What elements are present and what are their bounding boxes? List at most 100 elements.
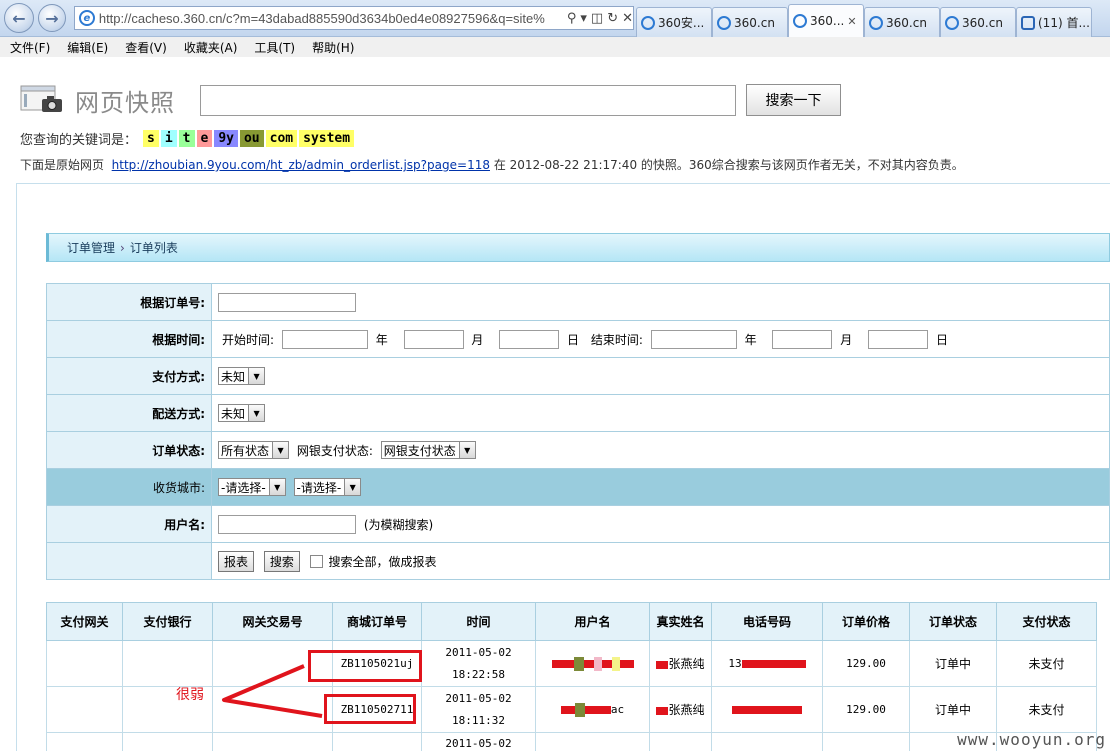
price-cell: 129.00 — [822, 640, 910, 687]
city-select[interactable]: -请选择- ▼ — [293, 478, 362, 496]
original-url-link[interactable]: http://zhoubian.9you.com/ht_zb/admin_ord… — [112, 158, 490, 172]
username-input[interactable] — [218, 514, 356, 534]
redaction-mark — [551, 659, 574, 668]
redaction-mark — [574, 702, 585, 717]
province-select[interactable]: -请选择- ▼ — [218, 478, 286, 496]
username-cell-redacted — [535, 640, 650, 687]
report-button[interactable]: 报表 — [218, 550, 255, 572]
order-status-select[interactable]: 所有状态 ▼ — [218, 441, 290, 459]
keyword-chip: system — [299, 130, 355, 147]
redaction-mark — [611, 656, 620, 671]
phone-cell — [711, 732, 823, 751]
start-day-input[interactable] — [499, 329, 560, 349]
search-all-checkbox[interactable] — [309, 554, 323, 568]
year-label: 年 — [744, 332, 757, 347]
menu-view[interactable]: 查看(V) — [125, 39, 167, 56]
dropdown-arrow-icon: ▼ — [248, 405, 265, 421]
order-no-cell — [332, 732, 422, 751]
day-label: 日 — [935, 332, 948, 347]
original-page-note: 下面是原始网页 http://zhoubian.9you.com/ht_zb/a… — [20, 156, 964, 173]
end-day-input[interactable] — [868, 329, 929, 349]
date-text: 2011-05-02 — [445, 691, 512, 705]
snapshot-search-button[interactable]: 搜索一下 — [746, 84, 841, 116]
dropdown-arrow-icon: ▼ — [344, 479, 361, 495]
forward-arrow-icon[interactable]: → — [38, 4, 66, 32]
pay-method-label: 支付方式: — [46, 357, 212, 395]
dropdown-arrow-icon: ▼ — [268, 479, 285, 495]
col-header: 时间 — [421, 602, 536, 641]
compat-view-icon[interactable]: ◫ — [591, 11, 603, 26]
end-month-input[interactable] — [772, 329, 833, 349]
tab-active[interactable]: 360... ✕ — [788, 4, 864, 37]
ie-logo-icon: e — [79, 10, 95, 26]
delivery-select[interactable]: 未知 ▼ — [218, 404, 266, 422]
city-label: 收货城市: — [46, 468, 212, 506]
table-row: ZB110502711 2011-05-02 18:11:32 ac 张燕纯 12… — [46, 686, 1097, 733]
browser-toolbar: ← → e http://cacheso.360.cn/c?m=43dabad8… — [0, 0, 1110, 37]
address-bar[interactable]: e http://cacheso.360.cn/c?m=43dabad88559… — [74, 6, 634, 30]
menu-help[interactable]: 帮助(H) — [312, 39, 354, 56]
tab[interactable]: 360.cn — [712, 7, 788, 37]
real-name-cell: 张燕纯 — [649, 640, 712, 687]
address-url[interactable]: http://cacheso.360.cn/c?m=43dabad885590d… — [99, 11, 563, 26]
select-value: 未知 — [221, 369, 246, 384]
menu-tools[interactable]: 工具(T) — [254, 39, 295, 56]
breadcrumb-item: 订单列表 — [129, 241, 178, 255]
end-year-input[interactable] — [650, 329, 737, 349]
pay-status-cell: 未支付 — [996, 640, 1097, 687]
breadcrumb-item[interactable]: 订单管理 — [67, 239, 115, 256]
tab[interactable]: (11) 首... — [1016, 7, 1092, 37]
tab-label: 360.cn — [734, 15, 775, 30]
snapshot-camera-icon — [20, 85, 62, 112]
col-header: 订单价格 — [822, 602, 910, 641]
phone-cell-redacted: 13 — [711, 640, 823, 687]
snapshot-title: 网页快照 — [75, 89, 175, 117]
breadcrumb: 订单管理 › 订单列表 — [46, 233, 1110, 262]
menu-favorites[interactable]: 收藏夹(A) — [184, 39, 238, 56]
col-header: 商城订单号 — [332, 602, 422, 641]
phone-prefix: 13 — [728, 657, 742, 670]
order-no-input[interactable] — [218, 292, 356, 312]
username-cell-redacted: ac — [535, 686, 650, 733]
col-header: 支付银行 — [122, 602, 213, 641]
col-header: 用户名 — [535, 602, 650, 641]
snapshot-search-input[interactable] — [200, 85, 736, 116]
tab[interactable]: 360安... — [636, 7, 712, 37]
col-header: 支付状态 — [996, 602, 1097, 641]
refresh-icon[interactable]: ↻ — [607, 11, 618, 26]
orders-table: 支付网关 支付银行 网关交易号 商城订单号 时间 用户名 真实姓名 电话号码 订… — [46, 602, 1097, 751]
date-text: 2011-05-02 — [445, 737, 512, 750]
keyword-chip: t — [178, 130, 195, 147]
keyword-chip: ou — [239, 130, 264, 147]
bank-status-select[interactable]: 网银支付状态 ▼ — [380, 441, 476, 459]
back-arrow-icon[interactable]: ← — [4, 3, 34, 33]
redaction-mark — [593, 656, 602, 671]
tab-label: 360.cn — [886, 15, 927, 30]
redaction-mark — [573, 656, 584, 671]
fuzzy-hint: (为模糊搜索) — [363, 517, 434, 532]
col-header: 真实姓名 — [649, 602, 712, 641]
dropdown-arrow-icon: ▼ — [458, 442, 475, 458]
bank-cell — [122, 732, 213, 751]
stop-icon[interactable]: ✕ — [622, 11, 633, 26]
menu-edit[interactable]: 编辑(E) — [67, 39, 108, 56]
menu-file[interactable]: 文件(F) — [10, 39, 50, 56]
ie-page-icon — [945, 15, 959, 30]
redaction-mark — [560, 705, 575, 714]
start-month-input[interactable] — [403, 329, 464, 349]
real-name-text: 张燕纯 — [668, 703, 705, 717]
dropdown-arrow-icon: ▼ — [248, 368, 265, 384]
close-tab-icon[interactable]: ✕ — [847, 15, 856, 28]
tab[interactable]: 360.cn — [864, 7, 940, 37]
col-header: 订单状态 — [909, 602, 997, 641]
search-icon[interactable]: ⚲ — [567, 11, 577, 26]
tab[interactable]: 360.cn — [940, 7, 1016, 37]
dropdown-arrow-icon[interactable]: ▾ — [580, 11, 587, 26]
col-header: 网关交易号 — [212, 602, 333, 641]
keyword-chip: com — [265, 130, 298, 147]
date-text: 2011-05-02 — [445, 645, 512, 659]
start-year-input[interactable] — [281, 329, 368, 349]
search-button[interactable]: 搜索 — [263, 550, 300, 572]
month-label: 月 — [840, 332, 853, 347]
pay-method-select[interactable]: 未知 ▼ — [218, 367, 266, 385]
